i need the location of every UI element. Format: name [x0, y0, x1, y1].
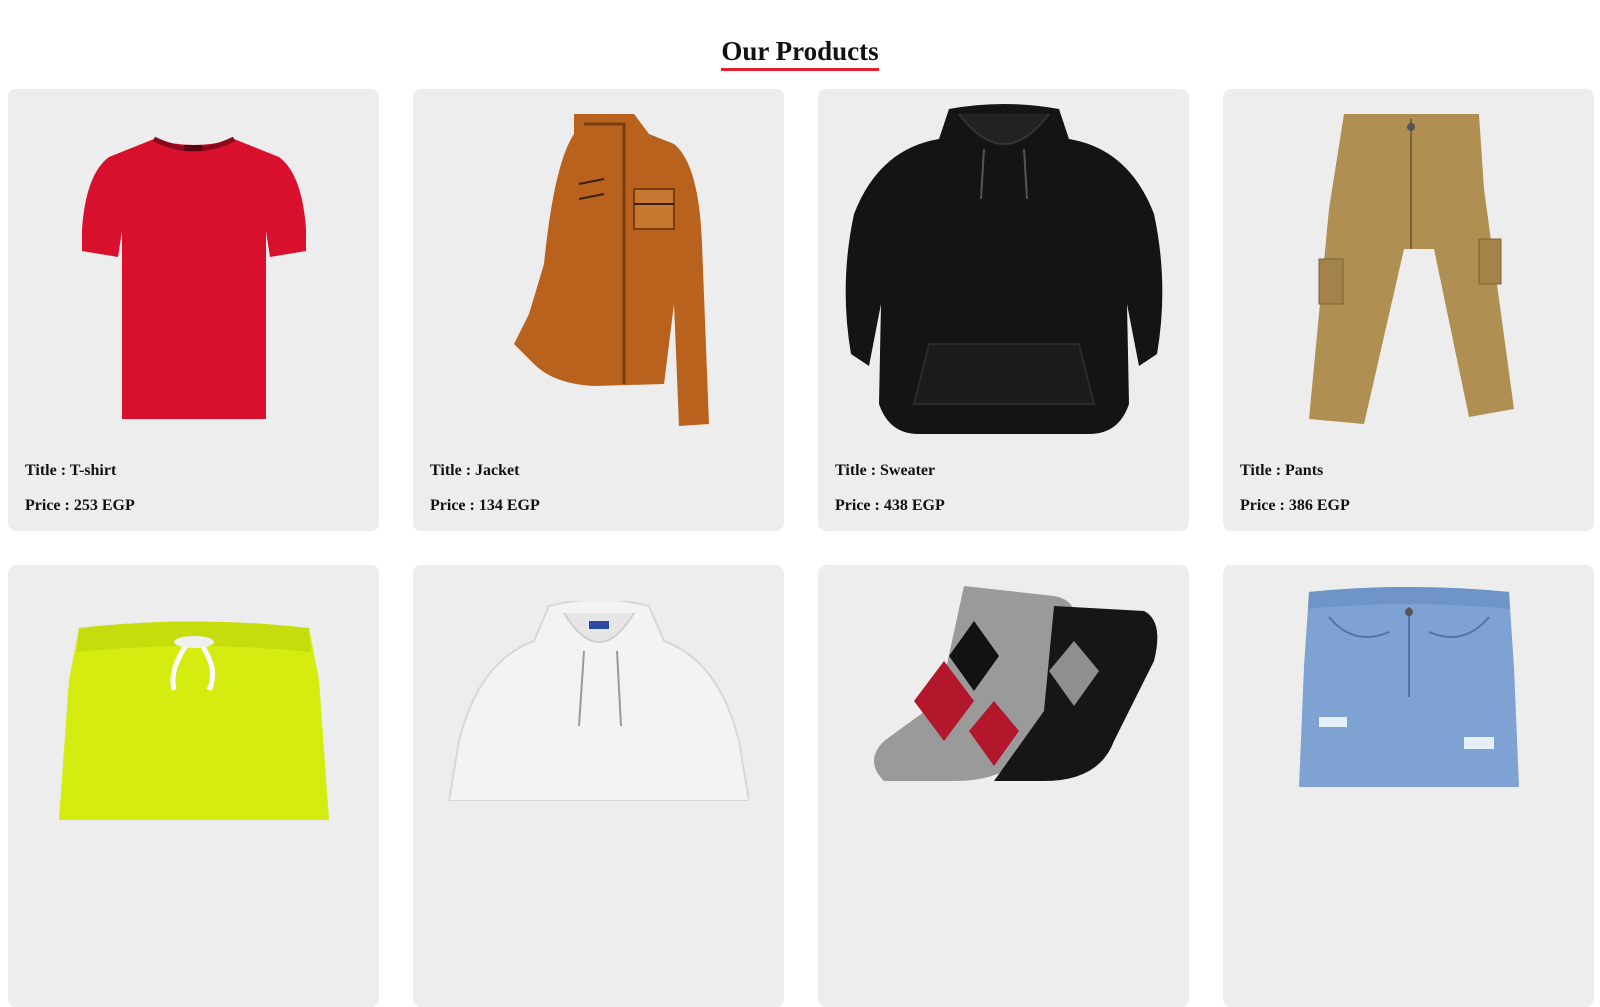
socks-image[interactable] [818, 581, 1189, 921]
product-card-jacket[interactable]: Title : Jacket Price : 134 EGP [413, 89, 784, 531]
jacket-image[interactable] [413, 99, 784, 439]
jeans-image[interactable] [1223, 587, 1594, 927]
product-card-jeans[interactable] [1223, 565, 1594, 1007]
product-grid: Title : T-shirt Price : 253 EGP Title : … [0, 89, 1600, 1007]
product-price: Price : 253 EGP [25, 497, 135, 514]
product-card-hoodie[interactable] [413, 565, 784, 1007]
product-title: Title : Jacket [430, 462, 520, 479]
product-price: Price : 386 EGP [1240, 497, 1350, 514]
tshirt-image[interactable] [8, 99, 379, 439]
product-card-pants[interactable]: Title : Pants Price : 386 EGP [1223, 89, 1594, 531]
shorts-image[interactable] [8, 620, 379, 960]
header: Our Products [0, 0, 1600, 88]
pants-image[interactable] [1223, 99, 1594, 439]
hoodie-image[interactable] [413, 601, 784, 941]
product-title: Title : Pants [1240, 462, 1324, 479]
product-card-socks[interactable] [818, 565, 1189, 1007]
product-price: Price : 438 EGP [835, 497, 945, 514]
product-price: Price : 134 EGP [430, 497, 540, 514]
page-title: Our Products [721, 36, 879, 71]
product-card-tshirt[interactable]: Title : T-shirt Price : 253 EGP [8, 89, 379, 531]
product-card-sweater[interactable]: Title : Sweater Price : 438 EGP [818, 89, 1189, 531]
product-title: Title : Sweater [835, 462, 936, 479]
product-card-shorts[interactable] [8, 565, 379, 1007]
sweater-image[interactable] [818, 99, 1189, 439]
product-title: Title : T-shirt [25, 462, 117, 479]
